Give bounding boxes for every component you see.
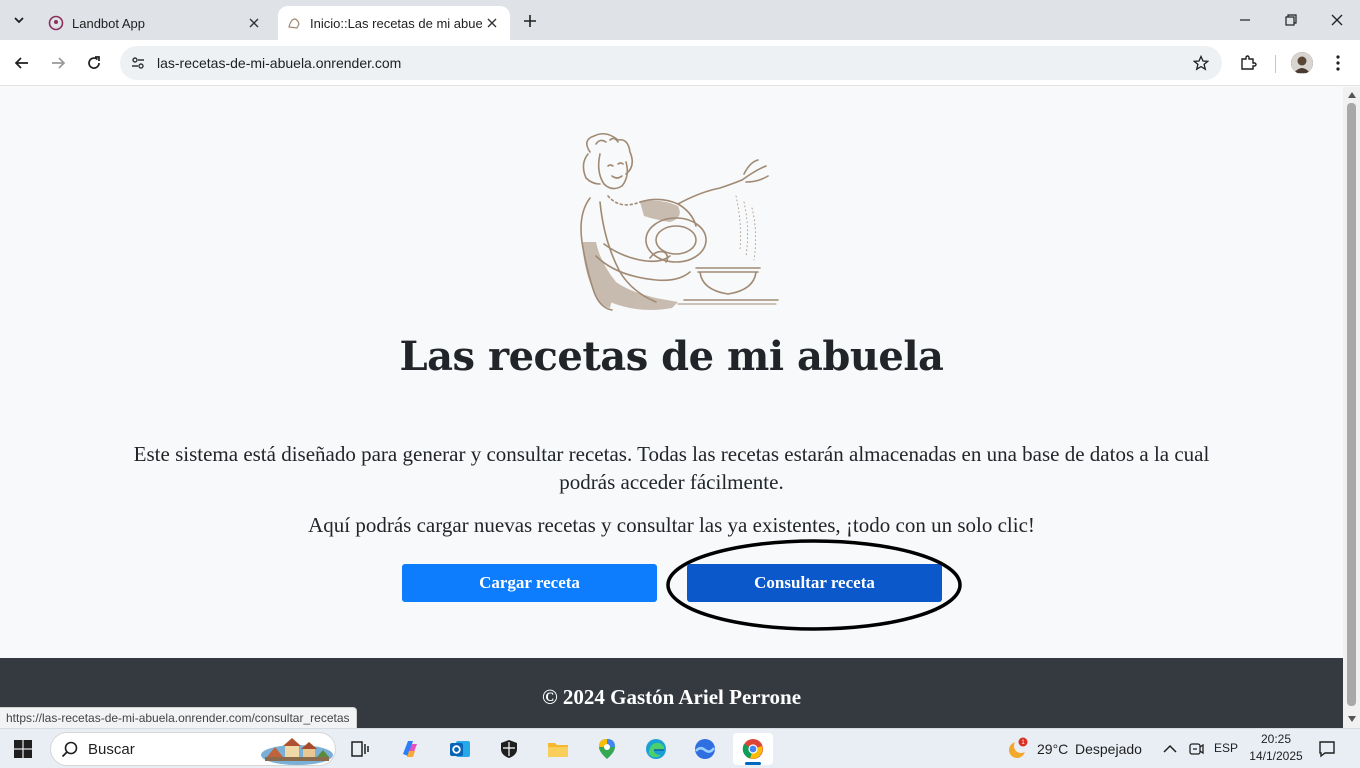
scroll-up-arrow-icon[interactable]: [1347, 91, 1356, 99]
page-description: Este sistema está diseñado para generar …: [133, 442, 1210, 494]
vertical-scrollbar[interactable]: [1343, 87, 1360, 728]
landbot-favicon-icon: [48, 15, 64, 31]
bookmark-star-icon[interactable]: [1190, 52, 1212, 74]
notifications-button[interactable]: [1317, 739, 1337, 759]
minimize-button[interactable]: [1222, 0, 1268, 40]
weather-description[interactable]: Despejado: [1075, 741, 1142, 757]
tab-landbot[interactable]: Landbot App: [40, 6, 272, 40]
windows-start-icon[interactable]: [14, 740, 32, 758]
clock-date[interactable]: 14/1/2025: [1246, 749, 1306, 763]
chrome-taskbar-button[interactable]: [733, 733, 773, 765]
map-pin-icon: [599, 739, 615, 759]
input-language[interactable]: ESP: [1214, 741, 1238, 755]
address-bar[interactable]: las-recetas-de-mi-abuela.onrender.com: [120, 46, 1222, 80]
close-tab-icon[interactable]: [482, 13, 502, 33]
edge-browser-icon: [646, 739, 666, 759]
grandma-favicon-icon: [286, 15, 302, 31]
wave-app-icon: [695, 739, 716, 759]
show-hidden-icons-button[interactable]: [1160, 739, 1180, 759]
copilot-button[interactable]: [390, 733, 430, 765]
tray-app-button[interactable]: [1186, 739, 1206, 759]
security-button[interactable]: [489, 733, 529, 765]
scrollbar-thumb[interactable]: [1347, 103, 1356, 706]
puzzle-icon: [1241, 55, 1257, 70]
search-highlight-village-icon: [261, 738, 333, 765]
chevron-up-icon: [1163, 744, 1177, 753]
copilot-icon: [403, 741, 417, 757]
forward-button[interactable]: [42, 47, 74, 79]
search-icon: [61, 741, 78, 758]
close-icon: [1331, 14, 1343, 26]
hand-drawn-ellipse-annotation: [666, 539, 962, 631]
plus-icon: [524, 15, 536, 27]
chrome-menu-button[interactable]: [1322, 47, 1354, 79]
toolbar-divider: [1275, 55, 1276, 73]
maps-button[interactable]: [587, 733, 627, 765]
load-recipe-button[interactable]: Cargar receta: [402, 564, 657, 602]
reload-button[interactable]: [78, 47, 110, 79]
edge-button[interactable]: [636, 733, 676, 765]
search-placeholder: Buscar: [88, 741, 135, 758]
browser-toolbar: las-recetas-de-mi-abuela.onrender.com: [0, 40, 1360, 86]
grandma-cooking-illustration-icon: [580, 132, 779, 311]
close-window-button[interactable]: [1314, 0, 1360, 40]
page-viewport: Las recetas de mi abuela Este sistema es…: [0, 87, 1343, 728]
site-info-icon[interactable]: [128, 53, 148, 73]
new-tab-button[interactable]: [518, 9, 542, 33]
taskbar-search-input[interactable]: Buscar: [50, 732, 336, 766]
arrow-right-icon: [52, 57, 66, 69]
link-status-bubble: https://las-recetas-de-mi-abuela.onrende…: [0, 707, 357, 728]
tab-title: Landbot App: [72, 15, 146, 31]
reload-icon: [88, 56, 100, 69]
profile-avatar[interactable]: [1291, 52, 1313, 74]
task-view-button[interactable]: [340, 733, 380, 765]
tab-recetas[interactable]: Inicio::Las recetas de mi abuela: [278, 6, 510, 40]
outlook-button[interactable]: [440, 733, 480, 765]
clock-time[interactable]: 20:25: [1250, 732, 1302, 746]
url-text: las-recetas-de-mi-abuela.onrender.com: [157, 55, 402, 71]
shield-icon: [501, 740, 517, 758]
notification-icon: [1319, 741, 1335, 758]
chrome-icon: [742, 739, 763, 759]
tab-strip: Landbot App Inicio::Las recetas de mi ab…: [0, 0, 1360, 40]
close-tab-icon[interactable]: [244, 13, 264, 33]
kebab-menu-icon: [1336, 55, 1340, 71]
page-title: Las recetas de mi abuela: [399, 333, 944, 380]
chevron-down-icon: [14, 17, 24, 24]
weather-app-button[interactable]: [685, 733, 725, 765]
arrow-left-icon: [14, 57, 28, 69]
tab-title: Inicio::Las recetas de mi abuela: [310, 15, 482, 31]
extensions-button[interactable]: [1232, 47, 1264, 79]
back-button[interactable]: [6, 47, 38, 79]
windows-taskbar: Buscar 1 29°C Despejado ESP 20:25 14/1/2…: [0, 728, 1360, 768]
outlook-icon: [450, 741, 470, 757]
weather-temperature[interactable]: 29°C: [1037, 741, 1068, 757]
task-view-icon: [351, 741, 369, 757]
page-tagline: Aquí podrás cargar nuevas recetas y cons…: [308, 513, 1035, 537]
tab-search-button[interactable]: [6, 8, 32, 32]
folder-icon: [548, 743, 568, 757]
file-explorer-button[interactable]: [538, 733, 578, 765]
scroll-down-arrow-icon[interactable]: [1347, 715, 1356, 723]
weather-moon-icon[interactable]: 1: [1006, 737, 1030, 761]
meet-now-icon: [1189, 743, 1204, 755]
minimize-icon: [1240, 19, 1250, 21]
restore-icon: [1285, 14, 1297, 26]
restore-button[interactable]: [1268, 0, 1314, 40]
